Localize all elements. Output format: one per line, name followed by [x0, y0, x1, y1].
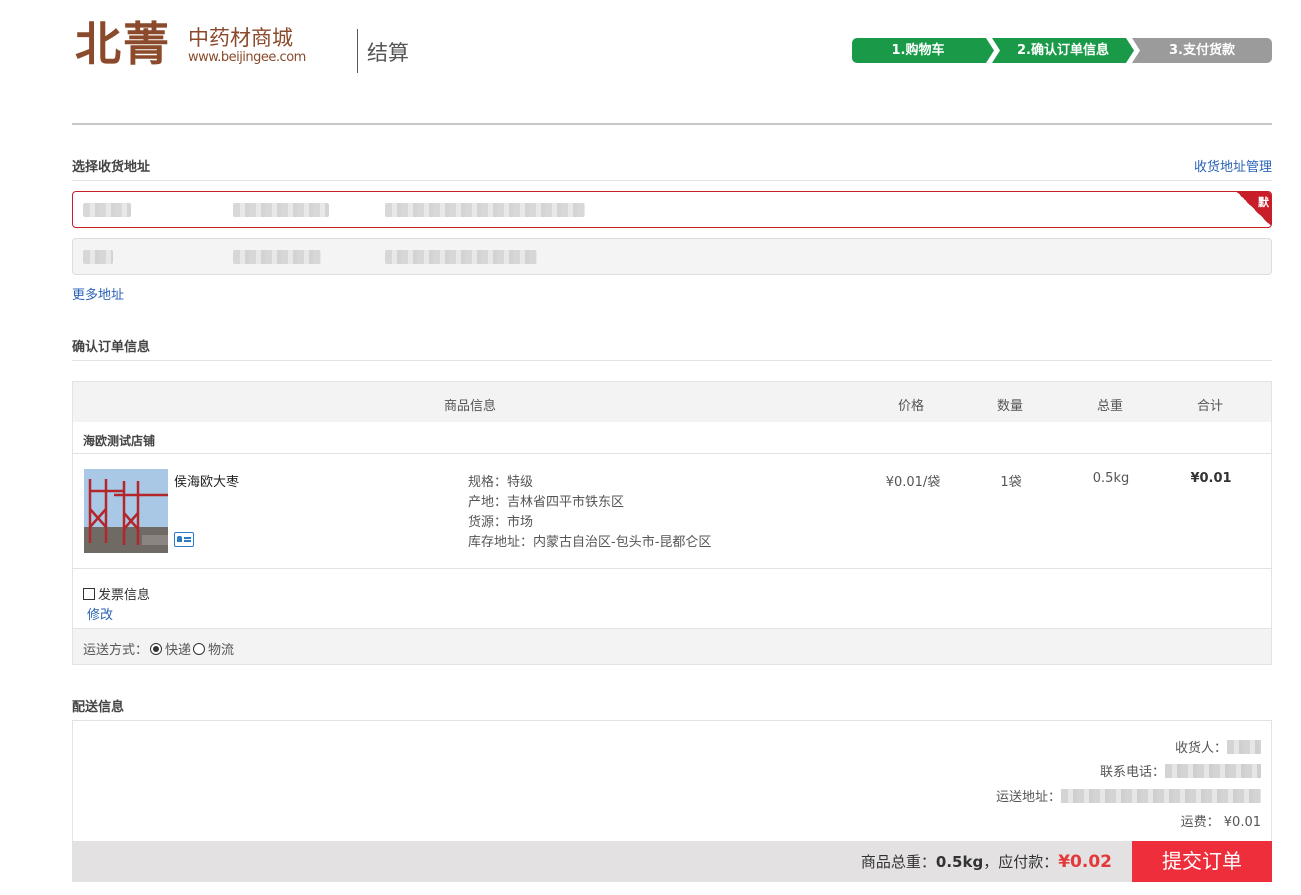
phone-redacted [1165, 764, 1261, 778]
address-redacted [1061, 789, 1261, 803]
phone-row: 联系电话： [1100, 761, 1261, 780]
manage-address-link[interactable]: 收货地址管理 [1194, 156, 1272, 175]
receiver-address-redacted [385, 203, 585, 217]
address-rule [72, 180, 1272, 181]
express-label[interactable]: 快递 [165, 643, 191, 658]
address-section-title: 选择收货地址 [72, 160, 151, 175]
receiver-name-redacted [83, 203, 131, 217]
edit-invoice-link[interactable]: 修改 [87, 604, 113, 623]
default-address-badge: 默 [1258, 196, 1269, 209]
product-source: 货源：市场 [468, 515, 534, 530]
order-summary: 商品总重：0.5kg，应付款：¥0.02 [861, 851, 1112, 872]
freight-value: ¥0.01 [1223, 815, 1261, 830]
product-weight: 0.5kg [1092, 471, 1130, 486]
product-spec: 规格：特级 [468, 475, 534, 490]
invoice-option[interactable]: 发票信息 [83, 584, 150, 603]
address-row: 运送地址： [996, 786, 1261, 805]
column-price: 价格 [898, 399, 925, 414]
phone-label: 联系电话： [1099, 765, 1165, 780]
address-option[interactable] [72, 238, 1272, 275]
table-header: 商品信息 价格 数量 总重 合计 [73, 382, 1271, 422]
logistics-radio[interactable] [193, 643, 206, 655]
step-cart: 1.购物车 [852, 38, 994, 63]
step-confirm-order: 2.确认订单信息 [992, 38, 1134, 63]
more-addresses-link[interactable]: 更多地址 [72, 284, 124, 303]
logo-mark[interactable]: 北菁 [75, 16, 171, 72]
product-origin: 产地：吉林省四平市铁东区 [468, 495, 625, 510]
logistics-label[interactable]: 物流 [208, 643, 234, 658]
shipping-method-label: 运送方式： [83, 643, 149, 658]
header-rule [72, 123, 1272, 125]
receiver-address-redacted [385, 250, 537, 264]
product-quantity: 1袋 [1000, 475, 1022, 490]
receiver-phone-redacted [233, 250, 321, 264]
shipping-method-bar: 运送方式： 快递 物流 [73, 628, 1271, 664]
column-product-info: 商品信息 [444, 399, 497, 414]
submit-order-button[interactable]: 提交订单 [1132, 841, 1272, 882]
amount-due-value: ¥0.02 [1058, 852, 1112, 872]
amount-due-label: ，应付款： [983, 853, 1059, 871]
product-name[interactable]: 侯海欧大枣 [174, 471, 239, 490]
delivery-info: 收货人： 联系电话： 运送地址： 运费： ¥0.01 [72, 720, 1272, 842]
invoice-checkbox[interactable] [83, 588, 95, 600]
freight-row: 运费： ¥0.01 [1181, 811, 1261, 830]
freight-label: 运费： [1180, 815, 1220, 830]
logo-url: www.beijingee.com [188, 50, 306, 65]
order-summary-bar: 商品总重：0.5kg，应付款：¥0.02 提交订单 [72, 841, 1272, 882]
page-title: 结算 [367, 41, 409, 65]
receiver-phone-redacted [233, 203, 329, 217]
address-label: 运送地址： [995, 790, 1061, 805]
receiver-name-redacted [1227, 740, 1261, 754]
order-table: 商品信息 价格 数量 总重 合计 海欧测试店铺 侯海欧大枣 规格：特级 产地：吉… [72, 381, 1272, 665]
row-divider [73, 453, 1271, 454]
invoice-label: 发票信息 [98, 588, 151, 603]
id-card-icon[interactable] [174, 532, 194, 547]
receiver-name-redacted [83, 250, 113, 264]
shipping-method: 运送方式： 快递 物流 [83, 639, 234, 658]
product-price: ¥0.01/袋 [885, 475, 941, 490]
address-option-default[interactable]: 默 [72, 191, 1272, 228]
column-quantity: 数量 [997, 399, 1024, 414]
product-total: ¥0.01 [1190, 471, 1232, 486]
column-total: 合计 [1197, 399, 1224, 414]
total-weight-value: 0.5kg [935, 853, 984, 871]
step-payment: 3.支付货款 [1132, 38, 1272, 63]
express-radio[interactable] [150, 643, 163, 655]
product-thumbnail[interactable] [84, 469, 168, 553]
receiver-label: 收货人： [1174, 741, 1227, 756]
header-divider [357, 29, 358, 73]
logo-title: 中药材商城 [188, 26, 293, 50]
product-warehouse: 库存地址：内蒙古自治区-包头市-昆都仑区 [468, 535, 712, 550]
receiver-row: 收货人： [1175, 737, 1261, 756]
order-section-title: 确认订单信息 [72, 340, 151, 355]
shop-name[interactable]: 海欧测试店铺 [83, 432, 155, 449]
order-rule [72, 360, 1272, 361]
delivery-section-title: 配送信息 [72, 700, 125, 715]
checkout-steps: 1.购物车 2.确认订单信息 3.支付货款 [852, 38, 1272, 63]
column-weight: 总重 [1097, 399, 1124, 414]
row-divider [73, 568, 1271, 569]
total-weight-label: 商品总重： [860, 853, 936, 871]
